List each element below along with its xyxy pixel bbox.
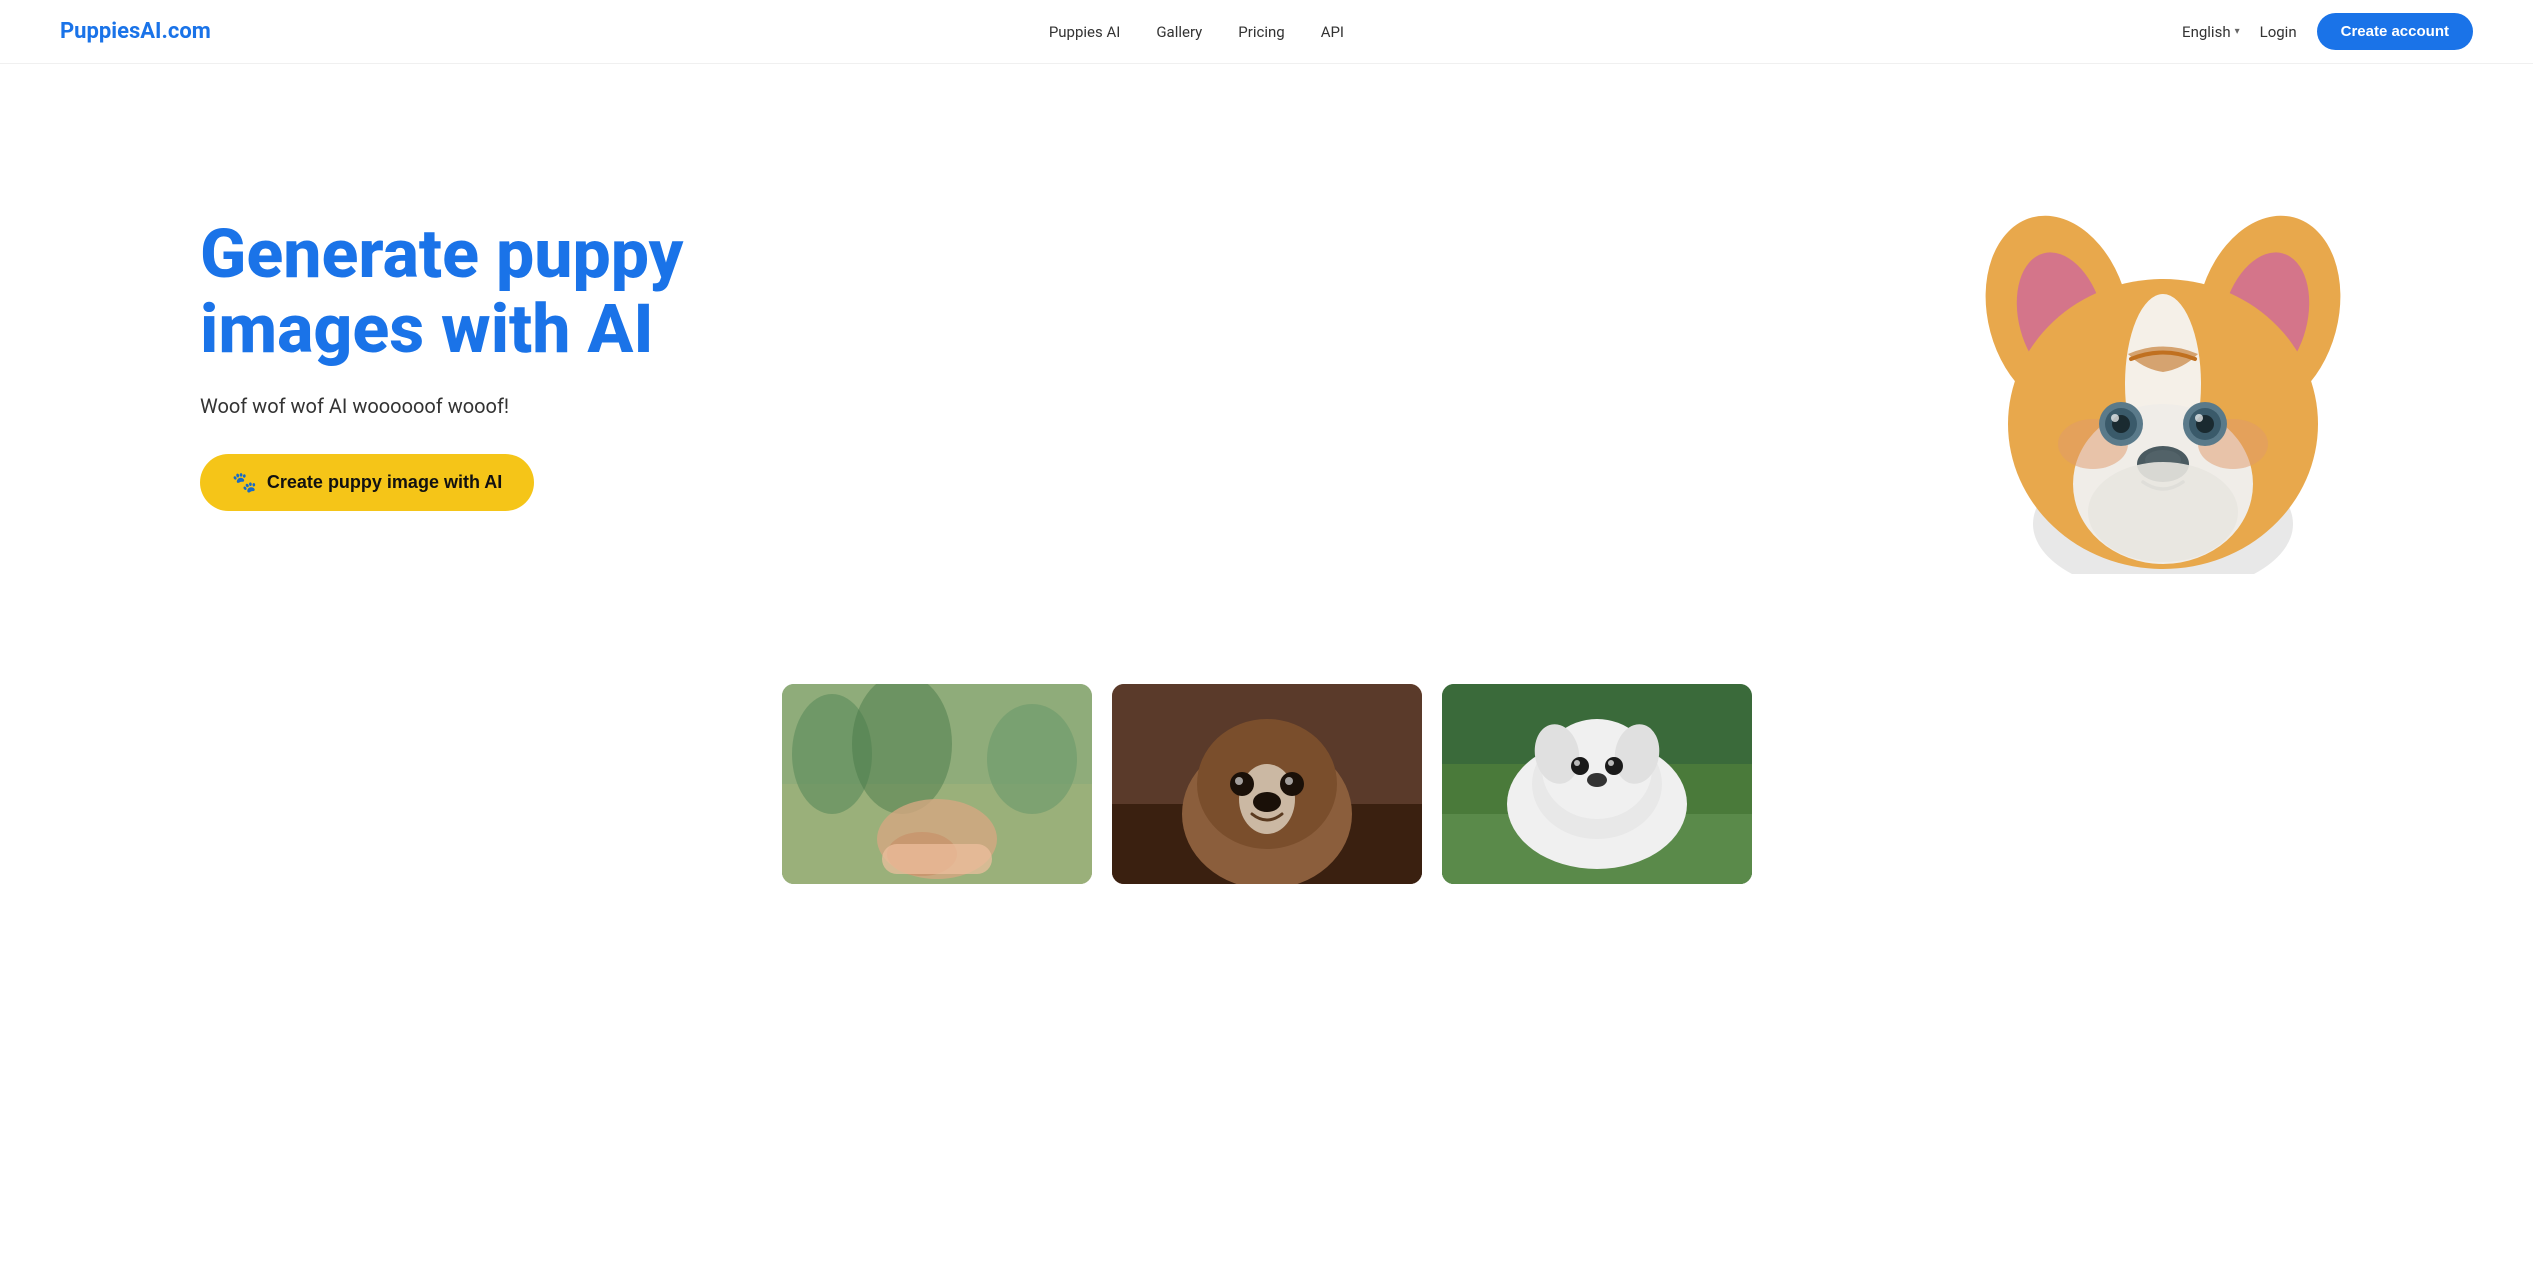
hero-section: Generate puppy images with AI Woof wof w… [0, 64, 2533, 644]
nav-api[interactable]: API [1321, 23, 1344, 41]
language-selector[interactable]: English ▾ [2182, 23, 2240, 41]
hero-subtitle: Woof wof wof AI woooooof wooof! [200, 394, 720, 418]
gallery-image-1 [782, 684, 1092, 884]
nav-links: Puppies AI Gallery Pricing API [1049, 22, 1344, 41]
create-puppy-button[interactable]: 🐾 Create puppy image with AI [200, 454, 534, 511]
gallery-image-3 [1442, 684, 1752, 884]
login-link[interactable]: Login [2260, 23, 2297, 41]
gallery-section [0, 644, 2533, 884]
hero-title: Generate puppy images with AI [200, 217, 720, 367]
nav-gallery[interactable]: Gallery [1156, 23, 1202, 41]
nav-pricing[interactable]: Pricing [1238, 23, 1284, 41]
chevron-down-icon: ▾ [2235, 26, 2240, 37]
hero-content: Generate puppy images with AI Woof wof w… [200, 217, 720, 512]
nav-right: English ▾ Login Create account [2182, 13, 2473, 50]
language-label: English [2182, 23, 2231, 41]
corgi-illustration [1953, 154, 2373, 574]
nav-puppies-ai[interactable]: Puppies AI [1049, 23, 1121, 41]
site-logo[interactable]: PuppiesAI.com [60, 19, 211, 44]
create-account-button[interactable]: Create account [2317, 13, 2473, 50]
create-puppy-label: Create puppy image with AI [267, 472, 502, 493]
gallery-image-2 [1112, 684, 1422, 884]
navbar: PuppiesAI.com Puppies AI Gallery Pricing… [0, 0, 2533, 64]
paw-icon: 🐾 [232, 470, 257, 495]
